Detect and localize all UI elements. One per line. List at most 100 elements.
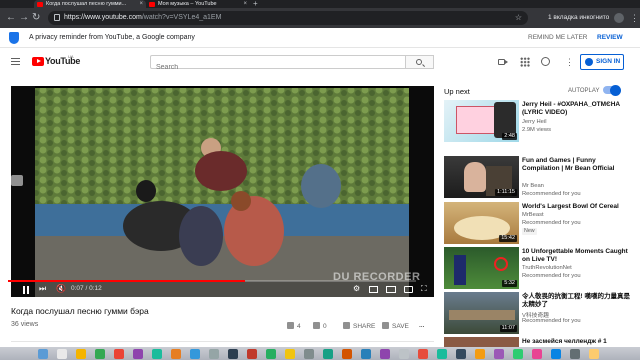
recommended-title[interactable]: Не засмейся челлендж # 1: [522, 338, 632, 346]
cast-icon[interactable]: [404, 286, 413, 293]
channel-name[interactable]: Mr Bean: [522, 183, 544, 189]
close-tab-icon[interactable]: ×: [243, 0, 247, 8]
tab-active[interactable]: Когда послушал песню гумми... ×: [34, 0, 146, 8]
youtube-favicon-icon: [149, 1, 155, 7]
dock-app-icon[interactable]: [418, 349, 428, 359]
account-icon: [585, 58, 593, 66]
recommended-video[interactable]: Не засмейся челлендж # 1: [444, 337, 634, 347]
dock-app-icon[interactable]: [323, 349, 333, 359]
fullscreen-icon[interactable]: ⛶: [421, 284, 427, 294]
dock-app-icon[interactable]: [342, 349, 352, 359]
browser-menu-icon[interactable]: ⋮: [630, 12, 639, 24]
save-button[interactable]: SAVE: [382, 322, 409, 330]
dock-app-icon[interactable]: [475, 349, 485, 359]
settings-gear-icon[interactable]: ⚙: [353, 284, 360, 294]
channel-name[interactable]: MrBeast: [522, 212, 544, 218]
lock-icon: [54, 14, 60, 21]
recommended-video[interactable]: 1:11:15 Fun and Games | Funny Compilatio…: [444, 156, 634, 200]
video-thumbnail[interactable]: 15:42: [444, 202, 519, 244]
like-button[interactable]: 4: [287, 322, 301, 330]
pause-icon[interactable]: [23, 286, 29, 294]
dock-app-icon[interactable]: [304, 349, 314, 359]
channel-name[interactable]: Jerry Heil: [522, 119, 546, 125]
video-thumbnail[interactable]: 2:48: [444, 100, 519, 142]
next-icon[interactable]: ⏭: [39, 284, 46, 294]
search-field[interactable]: [150, 55, 406, 74]
reload-icon[interactable]: ↻: [32, 12, 40, 24]
dock-app-icon[interactable]: [209, 349, 219, 359]
dock-app-icon[interactable]: [57, 349, 67, 359]
share-button[interactable]: SHARE: [343, 322, 375, 330]
channel-name[interactable]: TruthRevolutionNet: [522, 265, 572, 271]
recommended-title[interactable]: World's Largest Bowl Of Cereal: [522, 203, 632, 211]
video-thumbnail[interactable]: 11:07: [444, 292, 519, 334]
recommended-title[interactable]: Jerry Heil - #ОХРАНА_ОТМЄНА (LYRIC VIDEO…: [522, 101, 632, 117]
video-thumbnail[interactable]: 5:32: [444, 247, 519, 289]
dock-app-icon[interactable]: [76, 349, 86, 359]
miniplayer-icon[interactable]: [369, 286, 378, 293]
forward-icon[interactable]: →: [19, 12, 29, 24]
autoplay-toggle[interactable]: [603, 84, 621, 96]
dock-app-icon[interactable]: [133, 349, 143, 359]
dock-app-icon[interactable]: [589, 349, 599, 359]
recommended-video[interactable]: 5:32 10 Unforgettable Moments Caught on …: [444, 247, 634, 291]
dock-app-icon[interactable]: [494, 349, 504, 359]
recommended-title[interactable]: Fun and Games | Funny Compilation | Mr B…: [522, 157, 632, 173]
dock-app-icon[interactable]: [171, 349, 181, 359]
dock-app-icon[interactable]: [152, 349, 162, 359]
dock-app-icon[interactable]: [95, 349, 105, 359]
dislike-button[interactable]: 0: [313, 322, 327, 330]
messages-icon[interactable]: [541, 57, 550, 66]
recommended-title[interactable]: 10 Unforgettable Moments Caught on Live …: [522, 248, 632, 264]
search-input[interactable]: [151, 61, 405, 74]
more-actions-button[interactable]: ...: [419, 322, 424, 329]
video-thumbnail[interactable]: 1:11:15: [444, 156, 519, 198]
mute-icon[interactable]: 🔇: [56, 284, 66, 294]
youtube-logo-text[interactable]: YouTube: [45, 56, 80, 66]
video-meta: 2.9M views: [522, 127, 551, 133]
back-icon[interactable]: ←: [6, 12, 16, 24]
youtube-logo-icon[interactable]: [32, 57, 44, 66]
dock-app-icon[interactable]: [361, 349, 371, 359]
share-icon: [343, 322, 350, 329]
menu-icon[interactable]: [11, 58, 20, 65]
dock-app-icon[interactable]: [228, 349, 238, 359]
recommended-title[interactable]: 令人敬畏的抗衡工程! 嘆嘆的力量真是太精妙了: [522, 293, 632, 309]
dock-app-icon[interactable]: [570, 349, 580, 359]
dock-app-icon[interactable]: [437, 349, 447, 359]
dock-app-icon[interactable]: [380, 349, 390, 359]
close-tab-icon[interactable]: ×: [139, 0, 143, 8]
dock-app-icon[interactable]: [551, 349, 561, 359]
video-thumbnail[interactable]: [444, 337, 519, 347]
recommended-video[interactable]: 2:48 Jerry Heil - #ОХРАНА_ОТМЄНА (LYRIC …: [444, 100, 634, 144]
remind-later-button[interactable]: REMIND ME LATER: [528, 28, 587, 48]
browser-tab-strip: Когда послушал песню гумми... × Моя музы…: [0, 0, 640, 8]
sign-in-button[interactable]: SIGN IN: [580, 54, 624, 70]
review-button[interactable]: REVIEW: [597, 28, 623, 48]
search-button[interactable]: [406, 55, 434, 69]
dock-app-icon[interactable]: [399, 349, 409, 359]
tab-inactive[interactable]: Моя музыка – YouTube ×: [146, 0, 250, 8]
dock-app-icon[interactable]: [513, 349, 523, 359]
video-player[interactable]: DU RECORDER: [11, 86, 434, 297]
dock-app-icon[interactable]: [456, 349, 466, 359]
dock-app-icon[interactable]: [38, 349, 48, 359]
dock-app-icon[interactable]: [190, 349, 200, 359]
bookmark-star-icon[interactable]: ☆: [515, 11, 522, 25]
more-vert-icon[interactable]: ⋮: [565, 57, 574, 67]
recommended-video[interactable]: 15:42 World's Largest Bowl Of Cereal MrB…: [444, 202, 634, 246]
apps-grid-icon[interactable]: [520, 57, 530, 67]
video-meta: Recommended for you: [522, 220, 581, 226]
dock-app-icon[interactable]: [532, 349, 542, 359]
dock-app-icon[interactable]: [266, 349, 276, 359]
dock-app-icon[interactable]: [114, 349, 124, 359]
dock-app-icon[interactable]: [247, 349, 257, 359]
address-bar[interactable]: https://www.youtube.com/watch?v=VSYLe4_a…: [48, 11, 528, 25]
time-display: 0:07 / 0:12: [71, 285, 102, 292]
video-meta: Recommended for you: [522, 273, 581, 279]
theater-mode-icon[interactable]: [386, 286, 396, 293]
recommended-video[interactable]: 11:07 令人敬畏的抗衡工程! 嘆嘆的力量真是太精妙了 V科技奇趣 Recom…: [444, 292, 634, 336]
new-tab-icon[interactable]: +: [253, 0, 258, 8]
create-video-icon[interactable]: [498, 59, 508, 65]
dock-app-icon[interactable]: [285, 349, 295, 359]
